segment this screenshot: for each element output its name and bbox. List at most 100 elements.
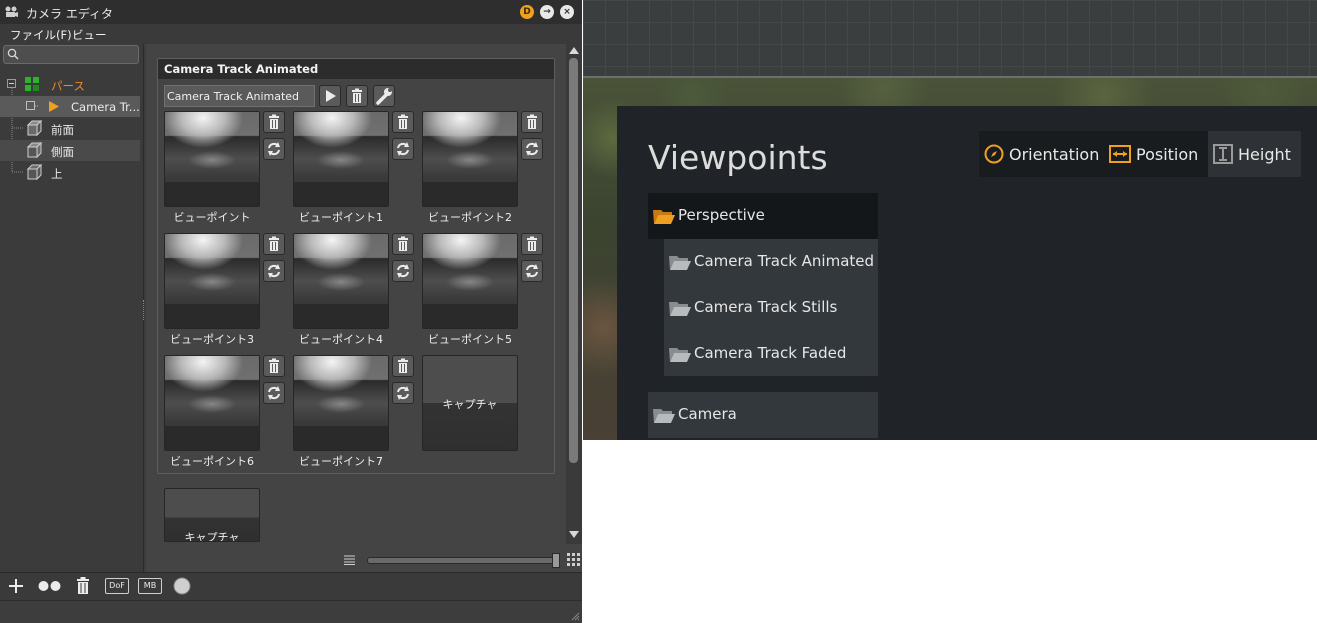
folder-perspective[interactable]: Perspective: [648, 193, 878, 239]
float-button[interactable]: →: [540, 5, 554, 19]
update-viewpoint-button[interactable]: [392, 382, 414, 404]
group-name-field[interactable]: Camera Track Animated: [164, 85, 315, 107]
viewpoint-thumbnail[interactable]: [164, 355, 260, 451]
trash-icon: [269, 358, 279, 373]
folder-icon: [669, 348, 691, 362]
update-viewpoint-button[interactable]: [263, 382, 285, 404]
slider-handle[interactable]: [552, 553, 560, 568]
delete-viewpoint-button[interactable]: [263, 111, 285, 133]
update-viewpoint-button[interactable]: [392, 138, 414, 160]
tree-item-top[interactable]: 上: [0, 162, 140, 183]
delete-viewpoint-button[interactable]: [263, 355, 285, 377]
update-viewpoint-button[interactable]: [263, 260, 285, 282]
capture-new-group-button[interactable]: キャプチャ: [164, 488, 260, 542]
menu-bar: ファイル(F) ビュー: [0, 24, 582, 44]
folder-icon: [669, 302, 691, 316]
viewpoint-thumbnail[interactable]: [164, 233, 260, 329]
tree-item-side[interactable]: 側面: [0, 140, 140, 161]
folder-open-icon: [653, 210, 675, 224]
delete-viewpoint-button[interactable]: [263, 233, 285, 255]
delete-viewpoint-button[interactable]: [392, 233, 414, 255]
dock-button[interactable]: D: [520, 5, 534, 19]
update-viewpoint-button[interactable]: [521, 260, 543, 282]
collapse-icon[interactable]: [7, 79, 17, 89]
viewpoint-preview-image: [294, 234, 388, 328]
tree-item-perspective[interactable]: パース: [0, 74, 140, 95]
thumbnail-size-slider[interactable]: [367, 557, 559, 564]
viewpoint-label: ビューポイント6: [170, 455, 254, 468]
trash-icon: [527, 236, 537, 251]
folder-camera-track-animated[interactable]: Camera Track Animated: [664, 239, 878, 285]
folder-camera-track-faded[interactable]: Camera Track Faded: [664, 331, 878, 377]
viewpoint-thumbnail[interactable]: [293, 111, 389, 207]
delete-group-button[interactable]: [346, 85, 368, 107]
tree-item-camera-track[interactable]: Camera Tr...: [0, 96, 140, 117]
stereo-icon[interactable]: [38, 580, 62, 592]
capture-label: キャプチャ: [184, 531, 240, 542]
delete-viewpoint-button[interactable]: [521, 111, 543, 133]
scroll-down-icon[interactable]: [569, 531, 579, 538]
menu-file[interactable]: ファイル(F): [10, 27, 72, 43]
trash-icon: [398, 114, 408, 129]
add-icon[interactable]: [8, 578, 24, 594]
trash-icon: [269, 236, 279, 251]
viewpoint-preview-image: [423, 234, 517, 328]
refresh-icon: [397, 142, 409, 156]
viewpoint-preview-image: [294, 112, 388, 206]
folder-label: Camera Track Animated: [694, 252, 875, 270]
menu-view[interactable]: ビュー: [72, 27, 107, 43]
viewpoint-thumbnail[interactable]: [293, 355, 389, 451]
refresh-icon: [268, 264, 280, 278]
scroll-up-icon[interactable]: [569, 47, 579, 54]
motion-blur-button[interactable]: MB: [138, 578, 162, 594]
grid-view-icon[interactable]: [567, 553, 580, 566]
cube-front-icon: [26, 120, 43, 137]
capture-label: キャプチャ: [442, 398, 498, 411]
record-icon[interactable]: [173, 577, 191, 595]
perspective-camera-icon: [25, 77, 39, 91]
search-input[interactable]: [3, 45, 139, 64]
refresh-icon: [268, 142, 280, 156]
capture-viewpoint-button[interactable]: キャプチャ: [422, 355, 518, 451]
folder-label: Camera Track Faded: [694, 344, 847, 362]
folder-camera-track-stills[interactable]: Camera Track Stills: [664, 285, 878, 331]
status-bar: [0, 600, 582, 623]
folder-camera[interactable]: Camera: [648, 392, 878, 438]
delete-viewpoint-button[interactable]: [521, 233, 543, 255]
resize-grip-icon[interactable]: [570, 611, 580, 621]
viewpoint-label: ビューポイント: [173, 211, 251, 224]
tree-panel: パース Camera Tr... 前面 側面 上: [0, 44, 144, 572]
title-bar: カメラ エディタ D → ×: [0, 0, 582, 24]
update-viewpoint-button[interactable]: [263, 138, 285, 160]
update-viewpoint-button[interactable]: [521, 138, 543, 160]
play-icon: [49, 101, 59, 112]
list-view-icon[interactable]: [344, 555, 355, 565]
viewpoint-thumbnail[interactable]: [422, 233, 518, 329]
viewpoint-thumbnail[interactable]: [422, 111, 518, 207]
compass-icon: [984, 144, 1004, 164]
tree-item-front[interactable]: 前面: [0, 118, 140, 139]
dof-button[interactable]: DoF: [105, 578, 129, 594]
viewpoint-thumbnail[interactable]: [164, 111, 260, 207]
play-button[interactable]: [319, 85, 341, 107]
scrollbar-thumb[interactable]: [569, 58, 578, 463]
viewpoint-preview-image: [165, 112, 259, 206]
tab-position[interactable]: Position: [1104, 131, 1208, 177]
viewpoint-preview-image: [165, 234, 259, 328]
folder-label: Camera: [678, 405, 737, 423]
trash-icon: [269, 114, 279, 129]
tab-height[interactable]: Height: [1208, 131, 1301, 177]
viewpoint-label: ビューポイント1: [299, 211, 383, 224]
delete-viewpoint-button[interactable]: [392, 355, 414, 377]
update-viewpoint-button[interactable]: [392, 260, 414, 282]
trash-icon: [352, 88, 362, 103]
refresh-icon: [397, 386, 409, 400]
settings-button[interactable]: [373, 85, 395, 107]
viewpoint-thumbnail[interactable]: [293, 233, 389, 329]
trash-icon[interactable]: [76, 577, 90, 595]
camera-editor-icon: [5, 6, 18, 17]
delete-viewpoint-button[interactable]: [392, 111, 414, 133]
close-button[interactable]: ×: [560, 5, 574, 19]
refresh-icon: [268, 386, 280, 400]
tab-orientation[interactable]: Orientation: [979, 131, 1099, 177]
